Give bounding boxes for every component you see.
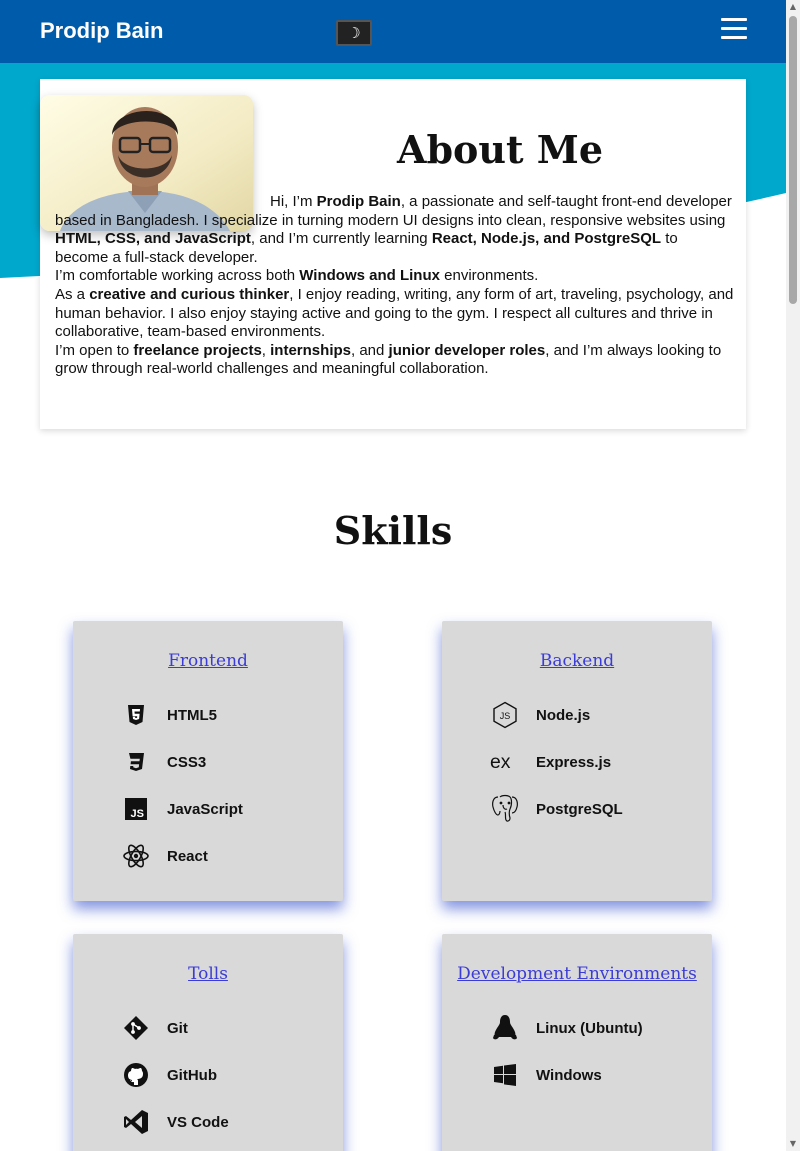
- skill-label: CSS3: [167, 753, 207, 771]
- skill-item: VS Code: [121, 1107, 229, 1137]
- skills-title: Skills: [333, 508, 453, 553]
- skill-label: Windows: [536, 1066, 602, 1084]
- about-highlight: creative and curious thinker: [89, 285, 290, 303]
- windows-icon: [490, 1060, 520, 1090]
- skill-card-tools: Tolls Git GitHub VS Code: [73, 934, 343, 1151]
- skill-item: CSS3: [121, 747, 206, 777]
- svg-text:JS: JS: [131, 808, 144, 820]
- skill-label: HTML5: [167, 706, 217, 724]
- scrollbar-thumb[interactable]: [789, 16, 797, 304]
- about-text-segment: , and: [351, 341, 389, 359]
- about-paragraph: Hi, I’m Prodip Bain, a passionate and se…: [55, 193, 735, 267]
- theme-toggle-button[interactable]: ☽: [336, 20, 372, 46]
- scroll-up-icon[interactable]: ▲: [788, 2, 798, 12]
- skill-item: Windows: [490, 1060, 602, 1090]
- about-title: About Me: [396, 127, 604, 172]
- skill-item: JS JavaScript: [121, 794, 243, 824]
- skill-item: React: [121, 841, 208, 871]
- skill-label: React: [167, 847, 208, 865]
- skill-label: PostgreSQL: [536, 800, 623, 818]
- nodejs-icon: JS: [490, 700, 520, 730]
- about-highlight: Prodip Bain: [316, 193, 401, 210]
- about-section: About Me Hi, I’m Prodip Bain, a passiona…: [40, 79, 746, 429]
- about-text: Hi, I’m Prodip Bain, a passionate and se…: [55, 193, 735, 379]
- git-icon: [121, 1013, 151, 1043]
- about-text-segment: I’m open to: [55, 341, 134, 359]
- github-icon: [121, 1060, 151, 1090]
- about-text-segment: environments.: [439, 267, 539, 285]
- skill-label: VS Code: [167, 1113, 229, 1131]
- skill-label: Git: [167, 1019, 188, 1037]
- about-text-segment: Hi, I’m: [270, 193, 317, 210]
- postgresql-icon: [490, 794, 520, 824]
- skill-card-title[interactable]: Tolls: [73, 964, 343, 984]
- about-highlight: junior developer roles: [388, 341, 546, 359]
- javascript-icon: JS: [121, 794, 151, 824]
- about-paragraph: I’m comfortable working across both Wind…: [55, 267, 735, 286]
- moon-icon: ☽: [347, 24, 361, 42]
- about-highlight: HTML, CSS, and JavaScript: [55, 230, 251, 248]
- about-highlight: Windows and Linux: [299, 267, 440, 285]
- hamburger-menu-button[interactable]: [721, 18, 747, 40]
- skill-item: ex Express.js: [490, 747, 611, 777]
- skill-item: PostgreSQL: [490, 794, 623, 824]
- skill-card-dev-environments: Development Environments Linux (Ubuntu) W…: [442, 934, 712, 1151]
- hamburger-icon: [721, 18, 747, 21]
- skill-card-backend: Backend JS Node.js ex Express.js PostgreSQL: [442, 621, 712, 901]
- top-navbar: Prodip Bain ☽: [0, 0, 786, 63]
- svg-text:JS: JS: [500, 711, 511, 721]
- skill-card-title[interactable]: Frontend: [73, 651, 343, 671]
- react-icon: [121, 841, 151, 871]
- skill-item: GitHub: [121, 1060, 217, 1090]
- about-paragraph: As a creative and curious thinker, I enj…: [55, 286, 735, 342]
- brand-name[interactable]: Prodip Bain: [40, 18, 163, 44]
- svg-text:ex: ex: [490, 751, 511, 773]
- scroll-down-icon[interactable]: ▼: [788, 1139, 798, 1149]
- skill-item: JS Node.js: [490, 700, 590, 730]
- about-highlight: freelance projects: [133, 341, 262, 359]
- skill-item: HTML5: [121, 700, 217, 730]
- about-paragraph: I’m open to freelance projects, internsh…: [55, 342, 735, 379]
- skill-label: Node.js: [536, 706, 591, 724]
- skill-label: Express.js: [536, 753, 612, 771]
- express-icon: ex: [490, 747, 520, 777]
- vscode-icon: [121, 1107, 151, 1137]
- skill-label: Linux (Ubuntu): [536, 1019, 643, 1037]
- skill-card-title[interactable]: Backend: [442, 651, 712, 671]
- skill-item: Git: [121, 1013, 188, 1043]
- skill-item: Linux (Ubuntu): [490, 1013, 643, 1043]
- css3-icon: [121, 747, 151, 777]
- skill-label: GitHub: [167, 1066, 217, 1084]
- skill-card-title[interactable]: Development Environments: [442, 964, 712, 984]
- skill-card-frontend: Frontend HTML5 CSS3 JS JavaScript React: [73, 621, 343, 901]
- linux-icon: [490, 1013, 520, 1043]
- about-text-segment: , and I’m currently learning: [250, 230, 432, 248]
- about-text-segment: I’m comfortable working across both: [55, 267, 300, 285]
- about-text-segment: As a: [55, 285, 90, 303]
- about-highlight: React, Node.js, and PostgreSQL: [431, 230, 662, 248]
- html5-icon: [121, 700, 151, 730]
- about-text-segment: ,: [261, 341, 271, 359]
- skill-label: JavaScript: [167, 800, 243, 818]
- about-highlight: internships: [270, 341, 351, 359]
